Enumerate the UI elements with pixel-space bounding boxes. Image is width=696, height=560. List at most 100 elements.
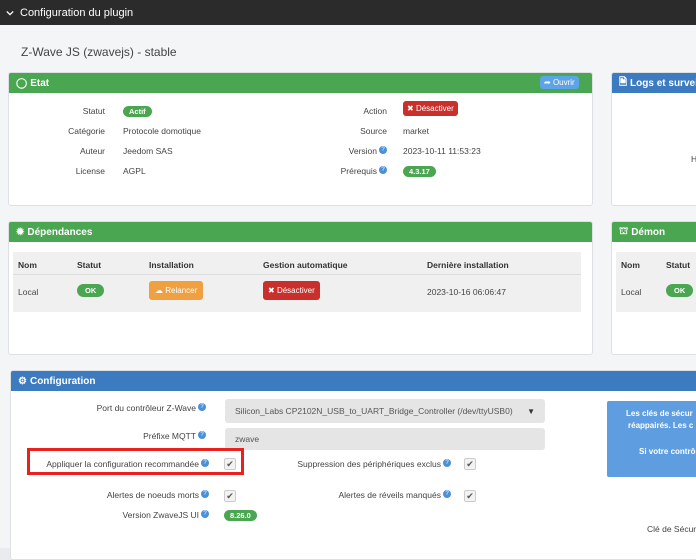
- col-nom: Nom: [18, 260, 37, 270]
- close-icon: ✖: [407, 104, 414, 113]
- dependances-panel: ✹ Dépendances Nom Statut Installation Ge…: [8, 221, 593, 355]
- suppression-label-text: Suppression des périphériques exclus: [297, 459, 441, 469]
- security-info-box: Les clés de sécur réappairés. Les c Si v…: [607, 401, 696, 477]
- prefixe-label-text: Préfixe MQTT: [143, 431, 196, 441]
- configuration-panel: ⚙ Configuration Port du contrôleur Z-Wav…: [10, 370, 696, 560]
- alertes-reveils-label-text: Alertes de réveils manqués: [338, 490, 441, 500]
- table-divider: [13, 274, 581, 275]
- col-installation: Installation: [149, 260, 194, 270]
- desactiver-plugin-label: Désactiver: [415, 104, 454, 113]
- prefixe-label: Préfixe MQTT?: [51, 431, 206, 441]
- help-icon[interactable]: ?: [379, 146, 387, 154]
- info-line-2: réappairés. Les c: [628, 421, 694, 430]
- demon-panel: ⛫ Démon Nom Statut Local OK: [611, 221, 696, 355]
- version-ui-label: Version ZwaveJS UI?: [51, 510, 209, 520]
- chevron-down-icon[interactable]: [6, 9, 14, 17]
- university-icon: ⛫: [619, 225, 629, 237]
- col-statut: Statut: [77, 260, 102, 270]
- share-icon: ➦: [544, 78, 551, 87]
- licence-value: AGPL: [123, 166, 146, 176]
- caret-down-icon: ▼: [527, 406, 535, 416]
- etat-panel: ◯ Etat ➦ Ouvrir Statut Actif Catégorie P…: [8, 72, 593, 206]
- port-label-text: Port du contrôleur Z-Wave: [96, 403, 196, 413]
- alertes-morts-label: Alertes de noeuds morts?: [51, 490, 209, 500]
- configuration-title: Configuration: [29, 375, 96, 387]
- open-button-label: Ouvrir: [552, 78, 575, 87]
- demon-nom: Local: [621, 287, 642, 297]
- appliquer-highlight: [27, 448, 244, 475]
- source-label: Source: [360, 126, 387, 136]
- desactiver-gestion-label: Désactiver: [276, 286, 315, 295]
- demon-col-statut: Statut: [666, 260, 691, 270]
- port-select-value: Silicon_Labs CP2102N_USB_to_UART_Bridge_…: [235, 406, 513, 416]
- logs-title: Logs et surveil: [630, 77, 696, 89]
- logs-panel: 🗎 Logs et surveil H: [611, 72, 696, 206]
- prerequis-label: Prérequis?: [309, 166, 387, 176]
- dep-statut-badge: OK: [77, 284, 105, 297]
- statut-label: Statut: [82, 106, 105, 116]
- version-ui-badge: 8.26.0: [224, 510, 257, 521]
- dependances-title: Dépendances: [27, 226, 93, 238]
- plugin-config-content: Z-Wave JS (zwavejs) - stable ◯ Etat ➦ Ou…: [0, 25, 696, 560]
- col-gestion: Gestion automatique: [263, 260, 348, 270]
- prerequis-badge: 4.3.17: [403, 166, 436, 177]
- port-select[interactable]: Silicon_Labs CP2102N_USB_to_UART_Bridge_…: [225, 399, 545, 423]
- open-button[interactable]: ➦ Ouvrir: [540, 76, 579, 89]
- suppression-checkbox[interactable]: ✔: [464, 458, 476, 470]
- col-derniere: Dernière installation: [427, 260, 509, 270]
- close-icon: ✖: [268, 286, 275, 295]
- version-label: Version?: [309, 146, 387, 156]
- window-titlebar: Configuration du plugin: [0, 0, 696, 25]
- relancer-label: Relancer: [165, 286, 198, 295]
- alertes-morts-label-text: Alertes de noeuds morts: [106, 490, 199, 500]
- source-value: market: [403, 126, 429, 136]
- cle-securite-label: Clé de Sécur: [647, 524, 696, 534]
- plugin-title: Z-Wave JS (zwavejs) - stable: [21, 45, 177, 59]
- help-icon[interactable]: ?: [201, 490, 209, 498]
- auteur-value: Jeedom SAS: [123, 146, 173, 156]
- licence-label: License: [75, 166, 105, 176]
- file-icon: 🗎: [619, 76, 628, 88]
- demon-col-nom: Nom: [621, 260, 640, 270]
- prefixe-input[interactable]: zwave: [225, 428, 545, 450]
- etat-title: Etat: [30, 77, 50, 89]
- categorie-value: Protocole domotique: [123, 126, 201, 136]
- info-line-3: Si votre contrô: [639, 447, 696, 456]
- action-label: Action: [363, 106, 387, 116]
- help-icon[interactable]: ?: [379, 166, 387, 174]
- desactiver-plugin-button[interactable]: ✖ Désactiver: [403, 101, 458, 116]
- help-icon[interactable]: ?: [201, 510, 209, 518]
- info-line-1: Les clés de sécur: [626, 409, 693, 418]
- auteur-label: Auteur: [79, 146, 105, 156]
- help-icon[interactable]: ?: [198, 403, 206, 411]
- version-value: 2023-10-11 11:53:23: [403, 146, 481, 156]
- demon-header: ⛫ Démon: [612, 222, 696, 242]
- categorie-label: Catégorie: [68, 126, 105, 136]
- alertes-reveils-label: Alertes de réveils manqués?: [261, 490, 451, 500]
- relancer-button[interactable]: ☁ Relancer: [149, 281, 204, 300]
- dep-derniere: 2023-10-16 06:06:47: [427, 287, 506, 297]
- alertes-reveils-checkbox[interactable]: ✔: [464, 490, 476, 502]
- help-icon[interactable]: ?: [443, 459, 451, 467]
- prefixe-input-value: zwave: [235, 434, 260, 444]
- cogs-icon: ⚙: [18, 375, 27, 387]
- dependances-header: ✹ Dépendances: [9, 222, 592, 242]
- window-title: Configuration du plugin: [20, 6, 134, 19]
- help-icon[interactable]: ?: [198, 431, 206, 439]
- desactiver-gestion-button[interactable]: ✖ Désactiver: [263, 281, 320, 300]
- version-ui-label-text: Version ZwaveJS UI: [122, 510, 199, 520]
- certificate-icon: ✹: [16, 226, 25, 238]
- circle-notch-icon: ◯: [16, 77, 28, 89]
- dep-nom: Local: [18, 287, 39, 297]
- version-label-text: Version: [348, 146, 377, 156]
- port-label: Port du contrôleur Z-Wave?: [51, 403, 206, 413]
- demon-title: Démon: [631, 226, 666, 238]
- alertes-morts-checkbox[interactable]: ✔: [224, 490, 236, 502]
- demon-statut-badge: OK: [666, 284, 694, 297]
- help-icon[interactable]: ?: [443, 490, 451, 498]
- logs-header: 🗎 Logs et surveil: [612, 73, 696, 93]
- configuration-header: ⚙ Configuration: [11, 371, 696, 391]
- prerequis-label-text: Prérequis: [340, 166, 377, 176]
- suppression-label: Suppression des périphériques exclus?: [261, 459, 451, 469]
- etat-header: ◯ Etat: [9, 73, 592, 93]
